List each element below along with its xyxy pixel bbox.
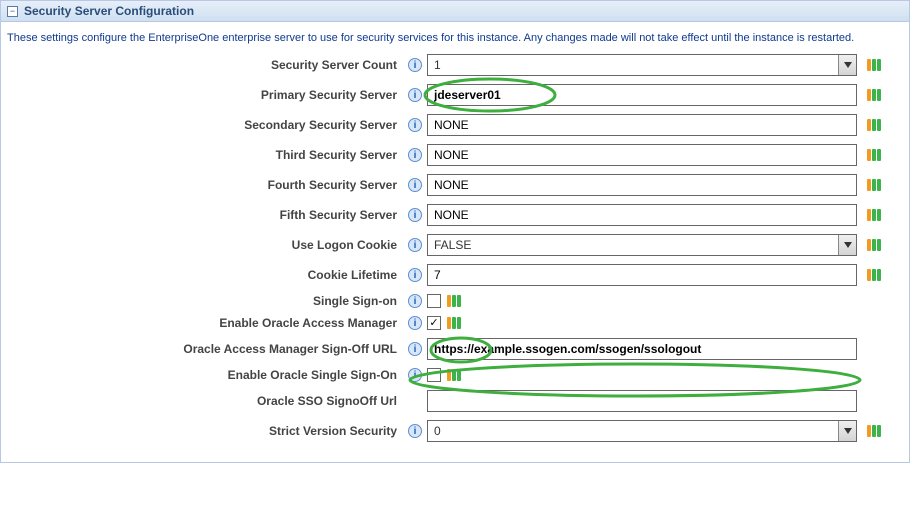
panel-header: − Security Server Configuration: [1, 1, 909, 22]
info-icon[interactable]: i: [408, 368, 422, 382]
collapse-icon[interactable]: −: [7, 6, 18, 17]
compare-icon[interactable]: [447, 369, 461, 381]
fourth-security-server-input[interactable]: [427, 174, 857, 196]
compare-icon[interactable]: [867, 425, 881, 437]
dropdown-arrow-icon[interactable]: [838, 421, 856, 441]
osso-signoff-url-input[interactable]: [427, 390, 857, 412]
label-use-logon-cookie: Use Logon Cookie: [3, 238, 403, 252]
info-icon[interactable]: i: [408, 424, 422, 438]
enable-osso-checkbox[interactable]: [427, 368, 441, 382]
label-secondary-security-server: Secondary Security Server: [3, 118, 403, 132]
strict-version-security-select[interactable]: 0: [427, 420, 857, 442]
security-server-count-select[interactable]: 1: [427, 54, 857, 76]
primary-security-server-input[interactable]: [427, 84, 857, 106]
label-security-server-count: Security Server Count: [3, 58, 403, 72]
compare-icon[interactable]: [867, 89, 881, 101]
compare-icon[interactable]: [447, 317, 461, 329]
compare-icon[interactable]: [867, 149, 881, 161]
info-icon[interactable]: i: [408, 268, 422, 282]
label-fourth-security-server: Fourth Security Server: [3, 178, 403, 192]
single-sign-on-checkbox[interactable]: [427, 294, 441, 308]
security-server-config-panel: − Security Server Configuration These se…: [0, 0, 910, 463]
compare-icon[interactable]: [447, 295, 461, 307]
label-single-sign-on: Single Sign-on: [3, 294, 403, 308]
compare-icon[interactable]: [867, 119, 881, 131]
label-third-security-server: Third Security Server: [3, 148, 403, 162]
oam-signoff-url-input[interactable]: [427, 338, 857, 360]
info-icon[interactable]: i: [408, 238, 422, 252]
config-form: Security Server Count i 1 Primary Securi…: [1, 50, 909, 462]
info-icon[interactable]: i: [408, 88, 422, 102]
info-icon[interactable]: i: [408, 316, 422, 330]
label-primary-security-server: Primary Security Server: [3, 88, 403, 102]
dropdown-arrow-icon[interactable]: [838, 55, 856, 75]
panel-title: Security Server Configuration: [24, 4, 194, 18]
info-icon[interactable]: i: [408, 294, 422, 308]
dropdown-arrow-icon[interactable]: [838, 235, 856, 255]
panel-description: These settings configure the EnterpriseO…: [1, 22, 909, 50]
label-oam-signoff-url: Oracle Access Manager Sign-Off URL: [3, 342, 403, 356]
compare-icon[interactable]: [867, 209, 881, 221]
enable-oam-checkbox[interactable]: [427, 316, 441, 330]
label-enable-oam: Enable Oracle Access Manager: [3, 316, 403, 330]
info-icon[interactable]: i: [408, 208, 422, 222]
compare-icon[interactable]: [867, 269, 881, 281]
fifth-security-server-input[interactable]: [427, 204, 857, 226]
info-icon[interactable]: i: [408, 342, 422, 356]
info-icon[interactable]: i: [408, 148, 422, 162]
use-logon-cookie-select[interactable]: FALSE: [427, 234, 857, 256]
label-strict-version-security: Strict Version Security: [3, 424, 403, 438]
compare-icon[interactable]: [867, 59, 881, 71]
compare-icon[interactable]: [867, 179, 881, 191]
label-osso-signoff-url: Oracle SSO SignoOff Url: [3, 394, 403, 408]
info-icon[interactable]: i: [408, 118, 422, 132]
secondary-security-server-input[interactable]: [427, 114, 857, 136]
info-icon[interactable]: i: [408, 58, 422, 72]
label-cookie-lifetime: Cookie Lifetime: [3, 268, 403, 282]
label-fifth-security-server: Fifth Security Server: [3, 208, 403, 222]
label-enable-osso: Enable Oracle Single Sign-On: [3, 368, 403, 382]
cookie-lifetime-input[interactable]: [427, 264, 857, 286]
third-security-server-input[interactable]: [427, 144, 857, 166]
compare-icon[interactable]: [867, 239, 881, 251]
info-icon[interactable]: i: [408, 178, 422, 192]
